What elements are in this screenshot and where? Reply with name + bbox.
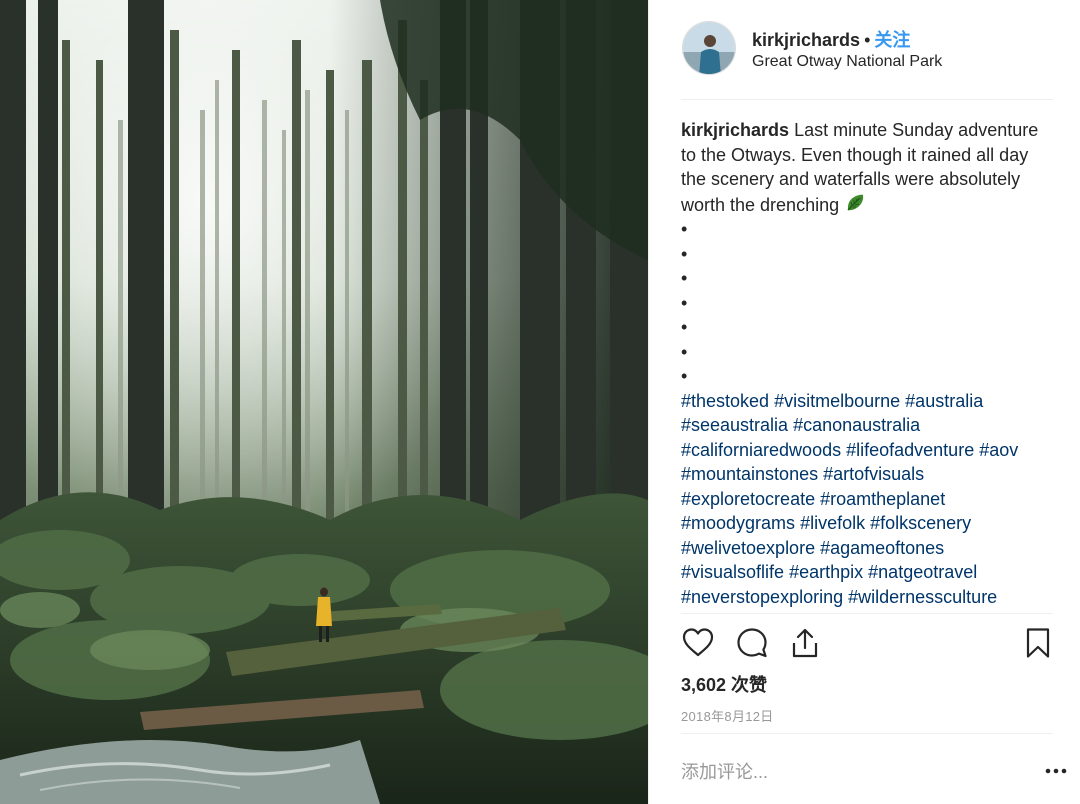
hashtag-line: #visualsoflife #earthpix #natgeotravel	[681, 560, 1053, 585]
hashtag-line: #thestoked #visitmelbourne #australia	[681, 389, 1053, 414]
hashtag-link[interactable]: #californiaredwoods	[681, 440, 841, 460]
caption-bullet: •	[681, 243, 688, 264]
caption-bullet: •	[681, 366, 688, 386]
avatar-image	[683, 22, 735, 74]
hashtag-link[interactable]: #agameoftones	[820, 538, 944, 558]
caption-username[interactable]: kirkjrichards	[681, 120, 789, 140]
hashtag-line: #neverstopexploring #wildernessculture	[681, 585, 1053, 610]
hashtag-link[interactable]: #aov	[979, 440, 1018, 460]
hashtag-link[interactable]: #natgeotravel	[868, 562, 977, 582]
caption-bullet: •	[681, 341, 688, 362]
leaf-icon	[844, 192, 866, 214]
forest-photo-image	[0, 0, 648, 804]
add-comment-input[interactable]	[681, 752, 1011, 792]
divider	[681, 613, 1053, 614]
hashtag-link[interactable]: #neverstopexploring	[681, 587, 843, 607]
caption-area: kirkjrichards Last minute Sunday adventu…	[681, 118, 1053, 613]
post-header: kirkjrichards • 关注 Great Otway National Pa…	[681, 20, 1053, 100]
bullet-list: • • • • • • •	[681, 217, 1053, 389]
more-options-icon[interactable]	[1043, 758, 1069, 784]
hashtag-link[interactable]: #earthpix	[789, 562, 863, 582]
bookmark-icon[interactable]	[1021, 626, 1055, 660]
comment-bubble-icon[interactable]	[735, 626, 769, 660]
hashtag-link[interactable]: #seeaustralia	[681, 415, 788, 435]
hashtag-line: #welivetoexplore #agameoftones	[681, 536, 1053, 561]
username-link[interactable]: kirkjrichards	[752, 30, 860, 50]
hashtag-link[interactable]: #lifeofadventure	[846, 440, 974, 460]
hashtag-line: #mountainstones #artofvisuals	[681, 462, 1053, 487]
likes-count[interactable]: 3,602 次赞	[681, 671, 767, 697]
hashtag-line: #californiaredwoods #lifeofadventure #ao…	[681, 438, 1053, 463]
action-bar	[681, 623, 1053, 663]
hashtag-link[interactable]: #visualsoflife	[681, 562, 784, 582]
location-link[interactable]: Great Otway National Park	[752, 53, 942, 71]
hashtag-link[interactable]: #thestoked	[681, 391, 769, 411]
post-photo[interactable]	[0, 0, 648, 804]
heart-icon[interactable]	[681, 626, 715, 660]
post-details-panel: kirkjrichards • 关注 Great Otway National Pa…	[648, 0, 1080, 804]
caption-bullet: •	[681, 292, 688, 313]
hashtag-link[interactable]: #visitmelbourne	[774, 391, 900, 411]
caption-bullet: •	[681, 268, 688, 288]
hashtag-link[interactable]: #moodygrams	[681, 513, 795, 533]
hashtag-link[interactable]: #wildernessculture	[848, 587, 997, 607]
hashtag-link[interactable]: #artofvisuals	[823, 464, 924, 484]
hashtag-line: #seeaustralia #canonaustralia	[681, 413, 1053, 438]
hashtag-link[interactable]: #mountainstones	[681, 464, 818, 484]
hashtag-link[interactable]: #canonaustralia	[793, 415, 920, 435]
hashtag-link[interactable]: #welivetoexplore	[681, 538, 815, 558]
post-date[interactable]: 2018年8月12日	[681, 706, 774, 725]
hashtag-link[interactable]: #livefolk	[800, 513, 865, 533]
hashtag-link[interactable]: #exploretocreate	[681, 489, 815, 509]
separator-dot: •	[864, 30, 871, 50]
caption-bullet: •	[681, 219, 688, 239]
hashtag-link[interactable]: #folkscenery	[870, 513, 971, 533]
share-upload-icon[interactable]	[788, 626, 822, 660]
hashtag-link[interactable]: #australia	[905, 391, 983, 411]
follow-button[interactable]: 关注	[874, 30, 910, 50]
hashtag-line: #exploretocreate #roamtheplanet	[681, 487, 1053, 512]
avatar[interactable]	[682, 21, 736, 75]
hashtag-list: #thestoked #visitmelbourne #australia #se…	[681, 389, 1053, 610]
caption-bullet: •	[681, 317, 688, 337]
hashtag-line: #moodygrams #livefolk #folkscenery	[681, 511, 1053, 536]
user-line: kirkjrichards • 关注	[752, 26, 910, 52]
hashtag-link[interactable]: #roamtheplanet	[820, 489, 945, 509]
divider	[681, 733, 1053, 734]
